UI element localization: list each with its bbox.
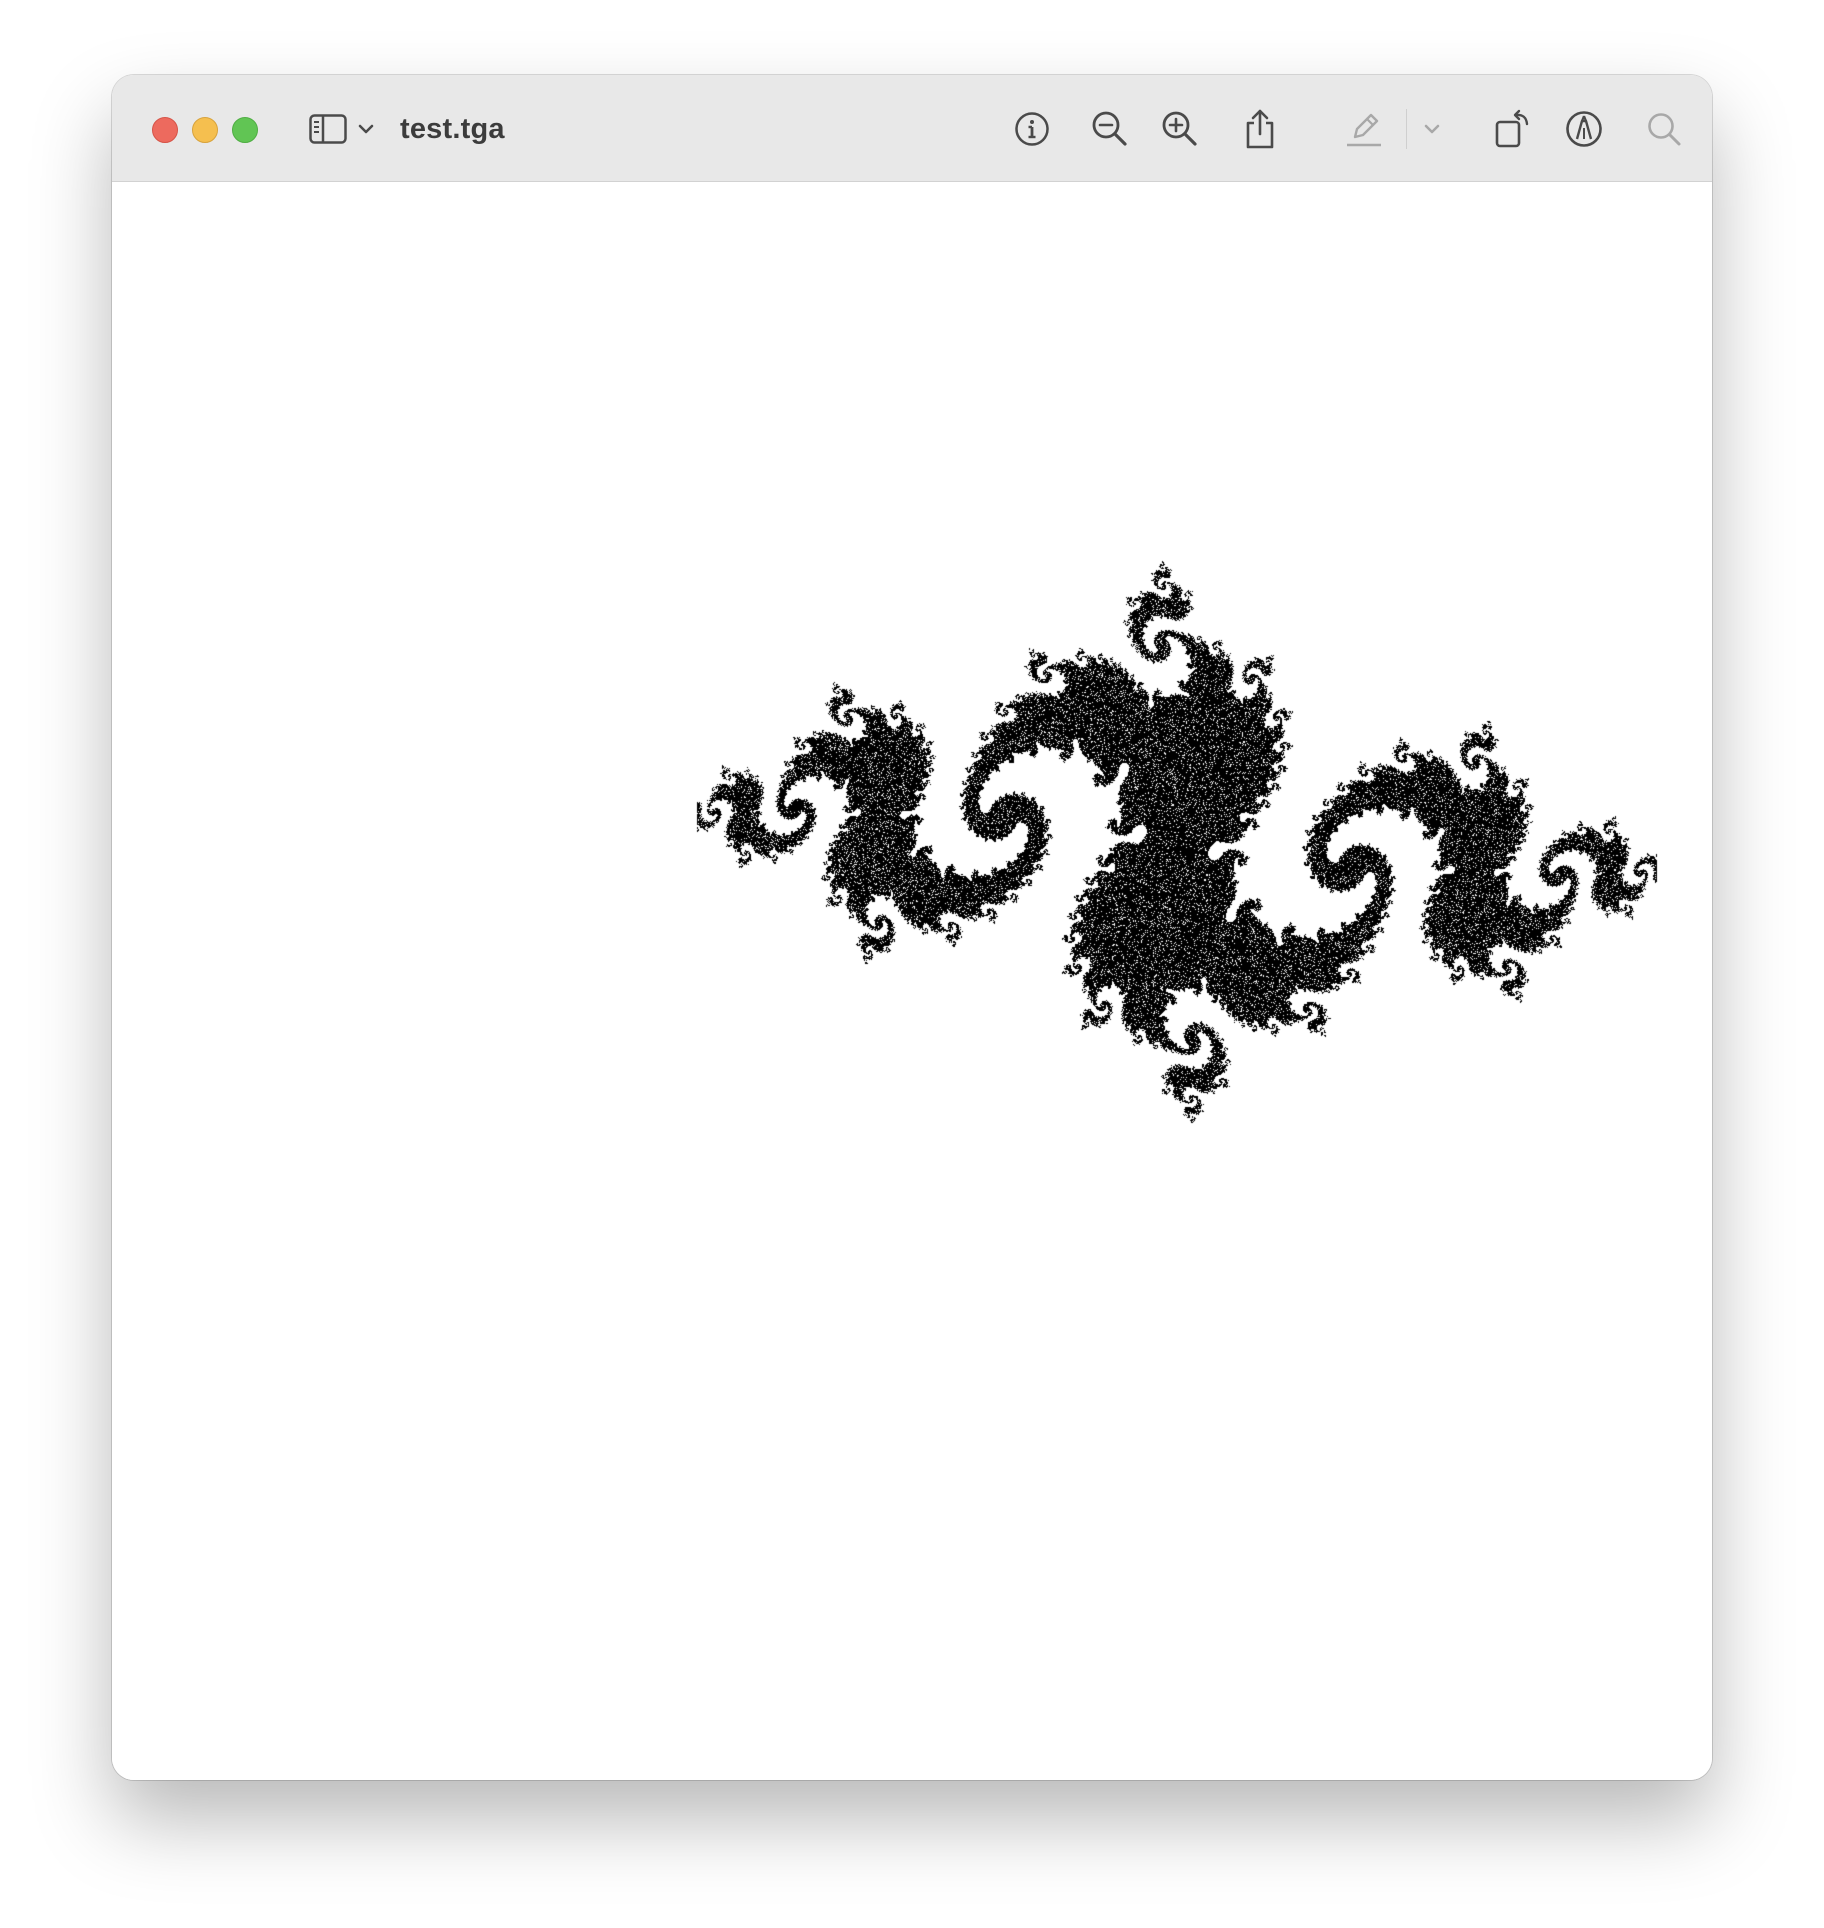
search-icon <box>1646 111 1682 147</box>
share-button[interactable] <box>1240 105 1280 153</box>
pencil-icon <box>1345 109 1383 149</box>
rotate-icon <box>1494 108 1534 150</box>
window-title: test.tga <box>400 113 505 145</box>
markup-button[interactable] <box>1562 105 1606 153</box>
chevron-down-icon <box>1424 123 1440 135</box>
close-button[interactable] <box>152 117 178 143</box>
minimize-button[interactable] <box>192 117 218 143</box>
sidebar-toggle-button[interactable] <box>308 105 348 153</box>
sidebar-icon <box>309 114 347 144</box>
info-button[interactable] <box>1012 105 1052 153</box>
rotate-button[interactable] <box>1492 105 1536 153</box>
toolbar-separator <box>1406 109 1407 149</box>
title-bar[interactable]: test.tga <box>112 75 1712 182</box>
zoom-out-icon <box>1091 110 1129 148</box>
fractal-image <box>112 182 1712 1780</box>
search-button[interactable] <box>1642 105 1686 153</box>
zoom-in-button[interactable] <box>1160 105 1200 153</box>
zoom-in-icon <box>1161 110 1199 148</box>
zoom-out-button[interactable] <box>1090 105 1130 153</box>
preview-window: test.tga <box>112 75 1712 1780</box>
maximize-button[interactable] <box>232 117 258 143</box>
info-icon <box>1014 111 1050 147</box>
share-icon <box>1244 108 1276 150</box>
highlight-menu-button[interactable] <box>1422 105 1442 153</box>
chevron-down-icon <box>358 123 374 135</box>
highlight-button[interactable] <box>1344 105 1384 153</box>
image-content-area <box>112 182 1712 1780</box>
markup-icon <box>1565 110 1603 148</box>
sidebar-menu-button[interactable] <box>356 105 376 153</box>
